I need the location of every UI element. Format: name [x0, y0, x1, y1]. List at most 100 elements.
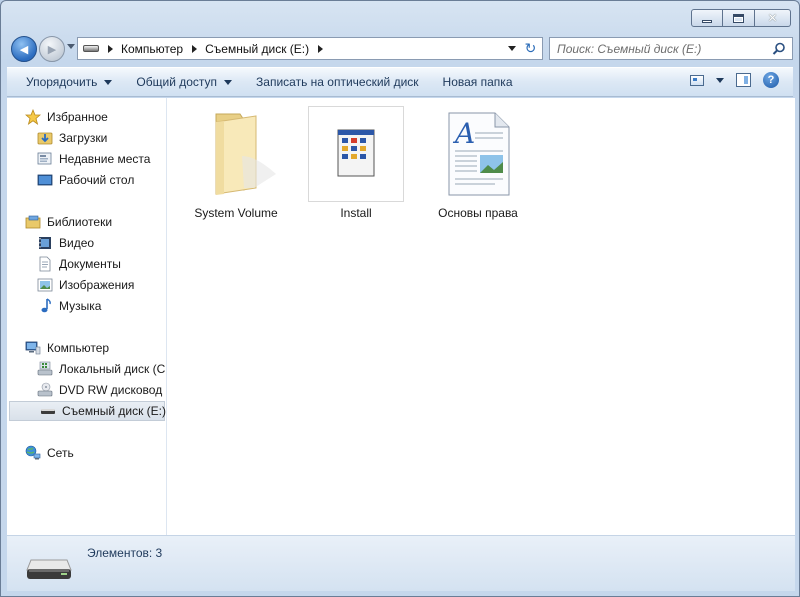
file-item-document[interactable]: A Основы права — [430, 106, 526, 220]
command-bar: Упорядочить Общий доступ Записать на опт… — [7, 67, 793, 97]
sidebar-item-label: Видео — [59, 236, 95, 250]
minimize-button[interactable] — [691, 9, 723, 27]
folder-icon — [188, 106, 284, 202]
chevron-down-icon — [224, 79, 233, 85]
sidebar-computer[interactable]: Компьютер — [7, 338, 166, 358]
sidebar-item-images[interactable]: Изображения — [7, 275, 166, 295]
chevron-down-icon — [104, 79, 113, 85]
sidebar-favorites-label: Избранное — [47, 110, 108, 124]
navigation-pane: Избранное Загрузки Недавние места Рабочи… — [7, 98, 167, 535]
minimize-icon — [702, 19, 712, 23]
sidebar-item-desktop[interactable]: Рабочий стол — [7, 170, 166, 190]
maximize-icon — [733, 13, 744, 23]
dvd-drive-icon — [37, 382, 53, 398]
preview-pane-icon[interactable] — [736, 73, 751, 87]
sidebar-item-label: Изображения — [59, 278, 135, 292]
close-button[interactable]: ✕ — [755, 9, 791, 27]
libraries-icon — [25, 214, 41, 230]
breadcrumb-removable-disk[interactable]: Съемный диск (E:) — [205, 42, 309, 56]
burn-button[interactable]: Записать на оптический диск — [244, 71, 431, 93]
change-view-icon[interactable] — [690, 74, 704, 86]
sidebar-item-video[interactable]: Видео — [7, 233, 166, 253]
navigation-bar: ◀ ▶ Компьютер Съемный диск (E:) ↻ Поиск:… — [9, 33, 793, 63]
share-label: Общий доступ — [136, 75, 218, 89]
search-placeholder: Поиск: Съемный диск (E:) — [557, 41, 702, 56]
details-pane: Элементов: 3 — [7, 535, 795, 591]
chevron-down-icon — [508, 46, 516, 51]
sidebar-item-music[interactable]: Музыка — [7, 296, 166, 316]
organize-menu[interactable]: Упорядочить — [7, 71, 124, 93]
sidebar-item-documents[interactable]: Документы — [7, 254, 166, 274]
forward-button[interactable]: ▶ — [39, 36, 65, 62]
file-item-system-volume[interactable]: System Volume — [188, 106, 284, 220]
sidebar-item-label: Музыка — [59, 299, 102, 313]
removable-drive-icon — [40, 403, 56, 419]
breadcrumb-chevron-icon[interactable] — [108, 44, 113, 53]
file-item-install[interactable]: Install — [308, 106, 404, 220]
file-list: System Volume Install A Основы права — [168, 98, 795, 535]
removable-drive-icon — [25, 556, 73, 585]
explorer-window: ✕ ◀ ▶ Компьютер Съемный диск (E:) ↻ Поис… — [0, 0, 800, 597]
desktop-icon — [37, 172, 53, 188]
sidebar-item-label: Съемный диск (E:) — [62, 404, 166, 418]
search-icon[interactable] — [772, 42, 786, 56]
sidebar-item-label: Рабочий стол — [59, 173, 135, 187]
recent-pages-dropdown[interactable] — [67, 44, 75, 49]
wordpad-document-icon: A — [430, 106, 526, 202]
caption-buttons: ✕ — [691, 9, 791, 27]
search-input[interactable]: Поиск: Съемный диск (E:) — [549, 37, 793, 60]
music-icon — [37, 298, 53, 314]
sidebar-item-label: Недавние места — [59, 152, 151, 166]
sidebar-computer-label: Компьютер — [47, 341, 110, 355]
close-icon: ✕ — [767, 11, 778, 25]
sidebar-libraries-label: Библиотеки — [47, 215, 113, 229]
maximize-button[interactable] — [723, 9, 755, 27]
documents-icon — [37, 256, 53, 272]
breadcrumb-chevron-icon[interactable] — [318, 44, 324, 53]
breadcrumb-computer[interactable]: Компьютер — [121, 42, 183, 56]
view-controls: ? — [690, 72, 779, 88]
sidebar-network-label: Сеть — [47, 446, 74, 460]
sidebar-item-dvd-drive[interactable]: DVD RW дисковод (D:) — [7, 380, 166, 400]
refresh-button[interactable]: ↻ — [519, 37, 543, 60]
breadcrumb-chevron-icon[interactable] — [192, 44, 198, 53]
downloads-folder-icon — [37, 130, 53, 146]
application-icon — [308, 106, 404, 202]
help-icon[interactable]: ? — [763, 72, 779, 88]
network-icon — [25, 445, 41, 461]
file-name: System Volume — [194, 206, 278, 220]
organize-label: Упорядочить — [26, 75, 98, 89]
item-count: Элементов: 3 — [87, 546, 163, 560]
sidebar-item-label: Документы — [59, 257, 121, 271]
view-options-chevron-icon[interactable] — [716, 77, 724, 83]
refresh-icon: ↻ — [524, 40, 537, 57]
sidebar-network[interactable]: Сеть — [7, 443, 166, 463]
video-icon — [37, 235, 53, 251]
computer-icon — [25, 340, 41, 356]
svg-text:A: A — [452, 117, 475, 150]
recent-places-icon — [37, 151, 53, 167]
forward-arrow-icon: ▶ — [47, 42, 57, 56]
removable-drive-icon — [83, 45, 99, 52]
sidebar-item-label: DVD RW дисковод (D:) — [59, 383, 166, 397]
new-folder-label: Новая папка — [442, 75, 513, 89]
sidebar-item-label: Локальный диск (C:) — [59, 362, 167, 376]
sidebar-item-downloads[interactable]: Загрузки — [7, 128, 166, 148]
new-folder-button[interactable]: Новая папка — [431, 71, 525, 93]
address-bar[interactable]: Компьютер Съемный диск (E:) — [77, 37, 522, 60]
back-arrow-icon: ◀ — [19, 42, 29, 56]
burn-label: Записать на оптический диск — [256, 75, 419, 89]
file-name: Install — [340, 206, 372, 220]
sidebar-item-removable-disk[interactable]: Съемный диск (E:) — [9, 401, 166, 421]
sidebar-favorites[interactable]: Избранное — [7, 107, 166, 127]
sidebar-item-recent-places[interactable]: Недавние места — [7, 149, 166, 169]
sidebar-item-local-disk[interactable]: Локальный диск (C:) — [7, 359, 167, 379]
share-menu[interactable]: Общий доступ — [124, 71, 244, 93]
back-button[interactable]: ◀ — [11, 36, 37, 62]
local-disk-icon — [37, 361, 53, 377]
sidebar-item-label: Загрузки — [59, 131, 108, 145]
file-name: Основы права — [438, 206, 518, 220]
star-icon — [25, 109, 41, 125]
sidebar-libraries[interactable]: Библиотеки — [7, 212, 166, 232]
content-area: Избранное Загрузки Недавние места Рабочи… — [7, 98, 795, 535]
